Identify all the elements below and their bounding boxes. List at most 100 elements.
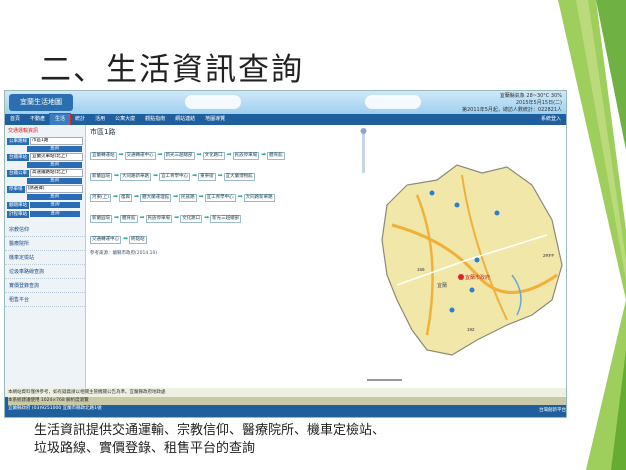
menu-links[interactable]: 網站連結 — [170, 114, 200, 125]
caption-line: 垃圾路線、實價登錄、租售平台的查詢 — [34, 441, 256, 456]
footer-contact: 宜蘭縣政府 (03)9251000 宜蘭市縣政北路1號 — [8, 406, 102, 411]
weather-info: 宜蘭縣氣象 28~30°C 30% 2015年5月15日(二) 第2011年5月… — [462, 93, 562, 114]
menu-login[interactable]: 系統登入 — [536, 114, 566, 125]
city-hall-marker[interactable] — [458, 274, 464, 280]
arrow-right-icon: ➡ — [196, 151, 202, 158]
slide-caption: 生活資訊提供交通運輸、宗教信仰、醫療院所、機車定檢站、 垃圾路線、實價登錄、租售… — [34, 422, 504, 458]
route-stop[interactable]: 民族停車場 — [232, 152, 260, 160]
sidebar-link-medical[interactable]: 醫療院所 — [5, 237, 85, 251]
sidebar-link-rental[interactable]: 租售平台 — [5, 293, 85, 307]
route-stop[interactable]: 交通轉運中心 — [124, 152, 156, 160]
map-label-city-hall: 宜蘭市政府 — [465, 274, 490, 281]
arrow-right-icon: ➡ — [118, 151, 124, 158]
route-stop[interactable]: 河東(上) — [90, 194, 112, 202]
map-label-road: 192 — [467, 327, 475, 332]
search-button[interactable]: 查詢 — [27, 194, 82, 200]
route-stop[interactable]: 民族路 — [179, 194, 197, 202]
arrow-right-icon: ➡ — [114, 214, 120, 221]
menu-home[interactable]: 首頁 — [5, 114, 25, 125]
cloud-decoration — [365, 95, 421, 109]
route-panel: 市區1路 宜蘭轉運站 ➡ 交通轉運中心 ➡ 新光三越總部 ➡ 文化路口 ➡ 民族停車場 ➡ 體育館新… — [87, 125, 357, 388]
arrow-right-icon: ➡ — [114, 172, 120, 179]
menu-guide[interactable]: 觀點指南 — [140, 114, 170, 125]
menu-statistics[interactable]: 統計 — [70, 114, 90, 125]
route-stop[interactable]: 宜工青學中心 — [159, 173, 191, 181]
menu-life[interactable]: 生活 — [49, 113, 72, 126]
arrow-right-icon: ➡ — [237, 193, 243, 200]
map-label-yilan: 宜蘭 — [437, 282, 447, 289]
sidebar-link-scooter[interactable]: 機車定檢站 — [5, 251, 85, 265]
route-stop[interactable]: 宜工青學中心 — [204, 194, 236, 202]
parking-select[interactable]: (請選擇) — [25, 185, 83, 193]
bus-route-select[interactable]: 市區1路 — [30, 137, 83, 145]
route-stop[interactable]: 民族停車場 — [145, 215, 173, 223]
portal-header: 宜蘭生活地圖 宜蘭縣氣象 28~30°C 30% 2015年5月15日(二) 第… — [5, 91, 566, 114]
search-button[interactable]: 查詢 — [27, 178, 82, 184]
route-stop[interactable]: 體大蘭運理館 — [140, 194, 172, 202]
route-stop[interactable]: 新蘭圓環 — [90, 173, 112, 181]
route-stop[interactable]: 宜蘭轉運站 — [90, 152, 117, 160]
date-text: 2015年5月15日(二) — [515, 100, 562, 106]
search-button[interactable]: 查詢 — [30, 202, 80, 208]
footer-line: 本系統建議使用 1024×768 解析度瀏覽 — [8, 397, 566, 405]
route-stop[interactable]: 新蘭圓環 — [90, 215, 112, 223]
portal-footer: 本系統建議使用 1024×768 解析度瀏覽 宜蘭縣政府 (03)9251000… — [5, 397, 566, 417]
route-stop[interactable]: 復興 — [119, 194, 133, 202]
route-stop[interactable]: 終點站 — [129, 236, 147, 244]
route-row: 河東(上) ➡ 復興 ➡ 體大蘭運理館 ➡ 民族路 ➡ 宜工青學中心 ➡ 大同路新華路 — [90, 183, 354, 204]
sidebar-row-bus: 公車路線 市區1路 — [7, 137, 83, 145]
route-row: 宜蘭轉運站 ➡ 交通轉運中心 ➡ 新光三越總部 ➡ 文化路口 ➡ 民族停車場 ➡ 體育館 — [90, 141, 354, 162]
arrow-right-icon: ➡ — [113, 193, 119, 200]
sidebar-link-price[interactable]: 實價登錄查詢 — [5, 279, 85, 293]
arrow-right-icon: ➡ — [217, 172, 223, 179]
sidebar-link-religion[interactable]: 宗教信仰 — [5, 223, 85, 237]
route-stop[interactable]: 文化路口 — [202, 152, 225, 160]
query-sidebar: 交通運輸資訊 公車路線 市區1路 查詢 台鐵車站 宜蘭火車站(北上) 查詢 台鐵… — [5, 125, 86, 388]
search-button[interactable]: 查詢 — [27, 162, 82, 168]
sidebar-tag: 台鐵車站 — [7, 153, 29, 161]
map-label-road: 159 — [417, 267, 425, 272]
route-stop[interactable]: 體育館 — [267, 152, 285, 160]
route-stop[interactable]: 新光三越總部 — [210, 215, 242, 223]
menu-apartment[interactable]: 公寓大廈 — [110, 114, 140, 125]
sidebar-link-garbage[interactable]: 垃圾車路線查詢 — [5, 265, 85, 279]
portal-logo[interactable]: 宜蘭生活地圖 — [9, 94, 73, 111]
route-stop-list: 宜蘭轉運站 ➡ 交通轉運中心 ➡ 新光三越總部 ➡ 文化路口 ➡ 民族停車場 ➡ 體育館 新蘭圓環 ➡ 大… — [87, 139, 357, 248]
arrow-right-icon: ➡ — [192, 172, 198, 179]
route-stop[interactable]: 宜大蘭博物館 — [223, 173, 255, 181]
route-stop[interactable]: 東寧街 — [198, 173, 216, 181]
arrow-right-icon: ➡ — [198, 193, 204, 200]
sidebar-row-rail: 台鐵車站 宜蘭火車站(北上) — [7, 153, 83, 161]
route-stop[interactable]: 體育館 — [120, 215, 138, 223]
map-label-road: 2RFF — [543, 253, 555, 258]
arrow-right-icon: ➡ — [157, 151, 163, 158]
rail-station-select[interactable]: 宜蘭火車站(北上) — [30, 153, 83, 161]
route-row: 新蘭圓環 ➡ 體育館 ➡ 民族停車場 ➡ 文化路口 ➡ 新光三越總部 — [90, 204, 354, 225]
route-title: 市區1路 — [90, 128, 116, 136]
menu-real-estate[interactable]: 不動產 — [25, 114, 50, 125]
status-bar: 本網站資料僅供參考，如有疑義請以相關主管機關公告為準。宜蘭縣政府地政處 — [5, 388, 566, 397]
arrow-right-icon: ➡ — [139, 214, 145, 221]
menu-map-tour[interactable]: 地圖導覽 — [200, 114, 230, 125]
main-menu: 首頁 不動產 生活 統計 活用 公寓大廈 觀點指南 網站連結 地圖導覽 系統登入 — [5, 113, 566, 126]
sidebar-tag: 計程車站 — [7, 210, 29, 218]
route-row: 新蘭圓環 ➡ 大同路新華路 ➡ 宜工青學中心 ➡ 東寧街 ➡ 宜大蘭博物館 — [90, 162, 354, 183]
route-stop[interactable]: 大同路新華路 — [120, 173, 152, 181]
sidebar-title[interactable]: 交通運輸資訊 — [5, 125, 85, 136]
route-stop[interactable]: 大同路新華路 — [243, 194, 275, 202]
route-stop[interactable]: 交通轉運中心 — [90, 236, 121, 244]
menu-apply[interactable]: 活用 — [90, 114, 110, 125]
district-map[interactable]: 宜蘭市政府 宜蘭 159 192 2RFF — [357, 125, 566, 388]
rail-bus-select[interactable]: 高速鐵路站(北上) — [30, 169, 83, 177]
arrow-right-icon: ➡ — [174, 214, 180, 221]
slide-title: 二、生活資訊查詢 — [40, 52, 304, 88]
sidebar-tag: 公車路線 — [7, 137, 29, 145]
route-stop[interactable]: 新光三越總部 — [163, 152, 195, 160]
sidebar-row-rail-bus: 台鐵公車 高速鐵路站(北上) — [7, 169, 83, 177]
footer-badge[interactable]: 台灣創新平台 — [539, 407, 566, 415]
search-button[interactable]: 查詢 — [30, 211, 80, 217]
arrow-right-icon: ➡ — [261, 151, 267, 158]
route-stop[interactable]: 文化路口 — [180, 215, 203, 223]
search-button[interactable]: 查詢 — [27, 146, 82, 152]
sidebar-row-taxi: 計程車站 查詢 — [7, 210, 83, 218]
